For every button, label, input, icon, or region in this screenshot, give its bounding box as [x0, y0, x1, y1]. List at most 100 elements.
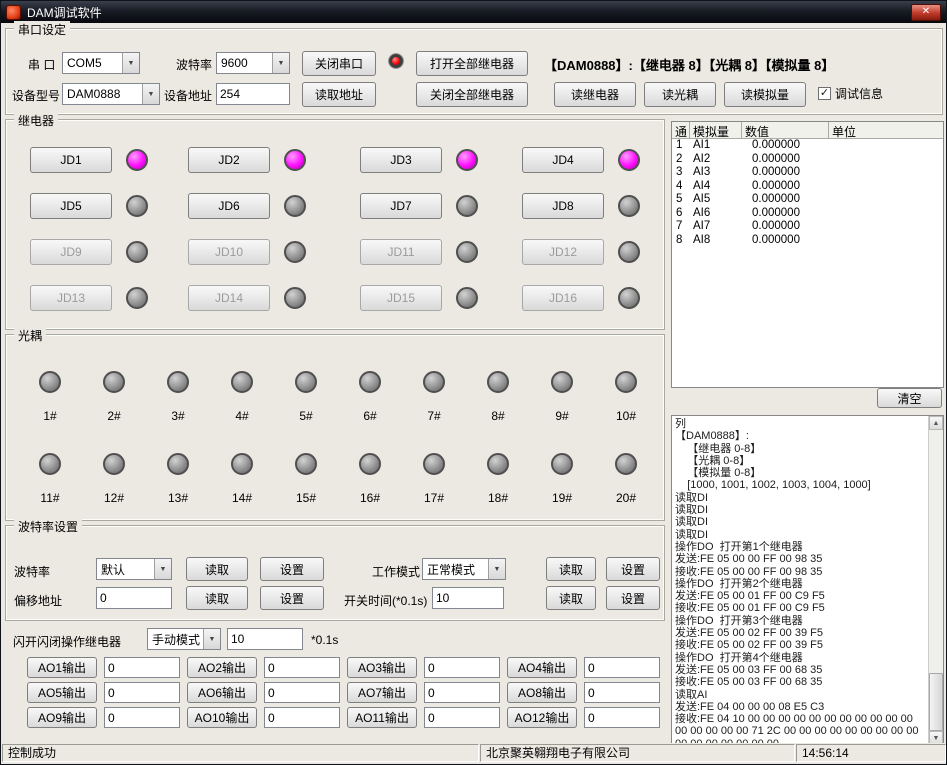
com-port-select[interactable]: COM5 ▼ [62, 52, 140, 74]
relay-button[interactable]: JD7 [360, 193, 442, 219]
ao-value-input[interactable] [424, 707, 500, 728]
offset-address-input[interactable] [96, 587, 172, 609]
read-address-button[interactable]: 读取地址 [302, 82, 376, 107]
relay-light [126, 195, 148, 217]
name-cell: AI8 [690, 234, 742, 248]
chevron-down-icon[interactable]: ▼ [272, 53, 289, 73]
baud-setting-select[interactable]: 默认 ▼ [96, 558, 172, 580]
relay-button[interactable]: JD12 [522, 239, 604, 265]
work-mode-set-button[interactable]: 设置 [606, 557, 660, 581]
ao-value-input[interactable] [104, 682, 180, 703]
ao-value-input[interactable] [424, 682, 500, 703]
ao-cell: AO11输出 [347, 707, 507, 728]
offset-read-button[interactable]: 读取 [186, 586, 248, 610]
close-all-relays-button[interactable]: 关闭全部继电器 [416, 82, 528, 107]
relay-button[interactable]: JD6 [188, 193, 270, 219]
relay-button[interactable]: JD11 [360, 239, 442, 265]
ao-value-input[interactable] [424, 657, 500, 678]
checkbox-check-icon[interactable]: ✓ [818, 87, 831, 100]
device-model-select[interactable]: DAM0888 ▼ [62, 83, 160, 105]
opto-light [167, 371, 189, 393]
ao-output-button[interactable]: AO11输出 [347, 707, 417, 728]
ao-value-input[interactable] [104, 707, 180, 728]
relay-group-legend: 继电器 [14, 112, 58, 129]
relay-button[interactable]: JD3 [360, 147, 442, 173]
ao-value-input[interactable] [264, 682, 340, 703]
close-serial-button[interactable]: 关闭串口 [302, 51, 376, 76]
ao-output-button[interactable]: AO6输出 [187, 682, 257, 703]
chevron-down-icon[interactable]: ▼ [488, 559, 505, 579]
opto-cell: 15# [274, 453, 338, 505]
relay-cell: JD1 [30, 147, 188, 173]
relay-button[interactable]: JD14 [188, 285, 270, 311]
log-line: 【光耦 0-8】 [675, 455, 926, 467]
baud-rate-select[interactable]: 9600 ▼ [216, 52, 290, 74]
flash-mode-select[interactable]: 手动模式 ▼ [147, 628, 221, 650]
opto-label: 12# [104, 491, 124, 505]
chevron-down-icon[interactable]: ▼ [203, 629, 220, 649]
ao-value-input[interactable] [264, 657, 340, 678]
relay-button[interactable]: JD5 [30, 193, 112, 219]
relay-button[interactable]: JD13 [30, 285, 112, 311]
switch-time-set-button[interactable]: 设置 [606, 586, 660, 610]
ao-value-input[interactable] [264, 707, 340, 728]
log-scrollbar[interactable]: ▲ ▼ [928, 416, 943, 745]
opto-cell: 18# [466, 453, 530, 505]
ao-output-button[interactable]: AO2输出 [187, 657, 257, 678]
relay-button[interactable]: JD16 [522, 285, 604, 311]
switch-time-input[interactable] [432, 587, 504, 609]
ao-output-button[interactable]: AO8输出 [507, 682, 577, 703]
ao-output-button[interactable]: AO5输出 [27, 682, 97, 703]
flash-time-input[interactable] [227, 628, 303, 650]
opto-cell: 16# [338, 453, 402, 505]
ao-output-button[interactable]: AO9输出 [27, 707, 97, 728]
relay-cell: JD14 [188, 285, 360, 311]
log-line: 发送:FE 05 00 00 FF 00 98 35 [675, 553, 926, 565]
ao-value-input[interactable] [104, 657, 180, 678]
switch-time-read-button[interactable]: 读取 [546, 586, 596, 610]
clear-button[interactable]: 清空 [877, 388, 942, 408]
ao-output-button[interactable]: AO1输出 [27, 657, 97, 678]
ao-cell: AO9输出 [27, 707, 187, 728]
ao-output-button[interactable]: AO4输出 [507, 657, 577, 678]
relay-button[interactable]: JD10 [188, 239, 270, 265]
read-relay-button[interactable]: 读继电器 [554, 82, 636, 107]
read-opto-button[interactable]: 读光耦 [644, 82, 716, 107]
scroll-up-icon[interactable]: ▲ [929, 416, 943, 430]
titlebar[interactable]: DAM调试软件 ✕ [1, 1, 946, 23]
debug-info-checkbox[interactable]: ✓ 调试信息 [818, 85, 883, 102]
device-address-input[interactable] [216, 83, 290, 105]
log-panel: 列 【DAM0888】: 【继电器 0-8】 【光耦 0-8】 【模拟量 0-8… [671, 415, 944, 746]
relay-light [284, 241, 306, 263]
relay-button[interactable]: JD9 [30, 239, 112, 265]
baud-read-button[interactable]: 读取 [186, 557, 248, 581]
close-button[interactable]: ✕ [911, 4, 941, 21]
offset-set-button[interactable]: 设置 [260, 586, 324, 610]
value-cell: 0.000000 [742, 234, 829, 248]
read-analog-button[interactable]: 读模拟量 [724, 82, 806, 107]
unit-cell [829, 193, 943, 207]
scrollbar-track[interactable] [929, 430, 943, 731]
chevron-down-icon[interactable]: ▼ [142, 84, 159, 104]
ao-value-input[interactable] [584, 682, 660, 703]
ao-output-button[interactable]: AO10输出 [187, 707, 257, 728]
ao-value-input[interactable] [584, 657, 660, 678]
ao-output-button[interactable]: AO3输出 [347, 657, 417, 678]
ao-output-button[interactable]: AO12输出 [507, 707, 577, 728]
ao-output-button[interactable]: AO7输出 [347, 682, 417, 703]
relay-button[interactable]: JD2 [188, 147, 270, 173]
chevron-down-icon[interactable]: ▼ [122, 53, 139, 73]
ao-value-input[interactable] [584, 707, 660, 728]
scrollbar-thumb[interactable] [929, 673, 943, 731]
chevron-down-icon[interactable]: ▼ [154, 559, 171, 579]
name-cell: AI3 [690, 166, 742, 180]
relay-button[interactable]: JD15 [360, 285, 442, 311]
relay-button[interactable]: JD8 [522, 193, 604, 219]
baud-set-button[interactable]: 设置 [260, 557, 324, 581]
relay-button[interactable]: JD1 [30, 147, 112, 173]
relay-button[interactable]: JD4 [522, 147, 604, 173]
ao-cell: AO1输出 [27, 657, 187, 678]
open-all-relays-button[interactable]: 打开全部继电器 [416, 51, 528, 76]
work-mode-select[interactable]: 正常模式 ▼ [422, 558, 506, 580]
work-mode-read-button[interactable]: 读取 [546, 557, 596, 581]
